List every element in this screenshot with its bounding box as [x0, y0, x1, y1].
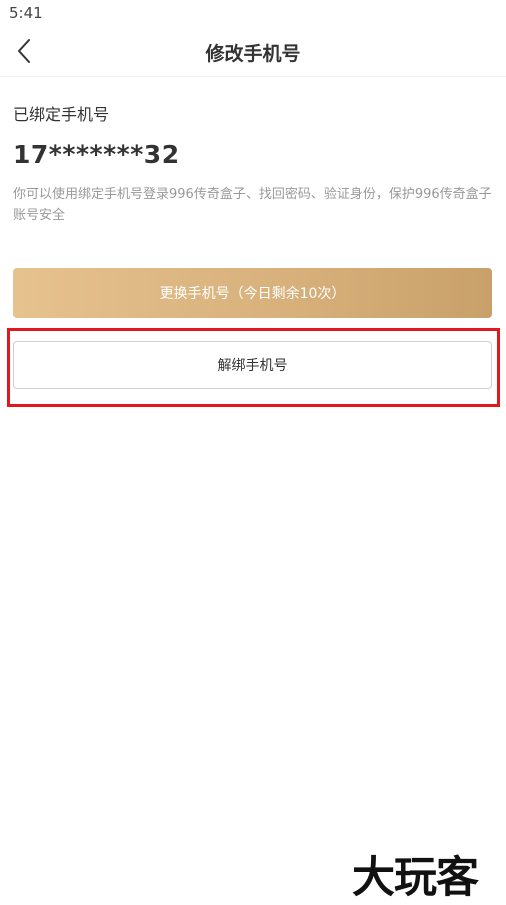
page-title: 修改手机号 [205, 43, 301, 65]
bound-phone-label: 已绑定手机号 [13, 105, 110, 124]
nav-bar: 修改手机号 [0, 26, 506, 77]
unbind-phone-button[interactable]: 解绑手机号 [13, 341, 492, 389]
status-bar: 5:41 [0, 0, 506, 26]
change-phone-button[interactable]: 更换手机号（今日剩余10次） [13, 268, 492, 318]
watermark-logo: 大玩客 [352, 853, 479, 903]
phone-usage-description: 你可以使用绑定手机号登录996传奇盒子、找回密码、验证身份，保护996传奇盒子账… [13, 187, 492, 223]
status-time: 5:41 [9, 4, 43, 22]
masked-phone-number: 17*******32 [13, 140, 180, 169]
